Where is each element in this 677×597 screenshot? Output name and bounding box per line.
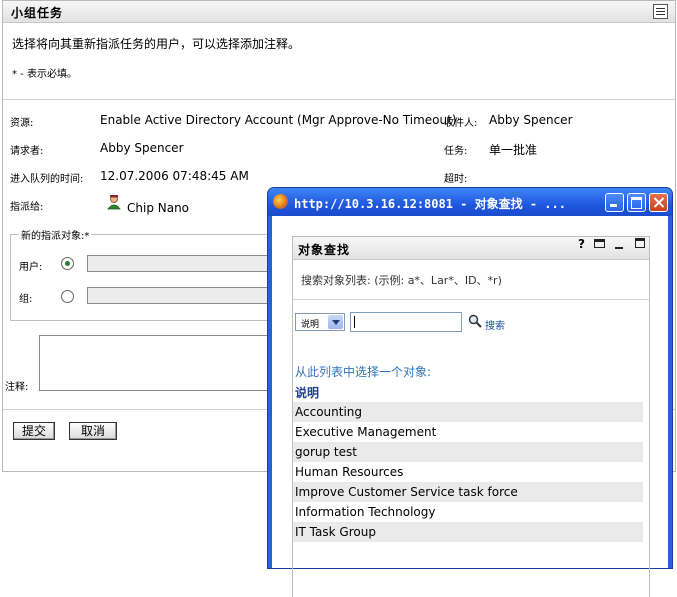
task-value: 单一批准 — [489, 143, 538, 157]
maximize-button[interactable] — [627, 193, 646, 212]
panel-title: 小组任务 — [11, 6, 64, 20]
object-lookup-panel: 对象查找 ? 搜索对象列表: (示例: a*、Lar*、ID、*r) 说明 搜索… — [292, 236, 650, 597]
required-note: * - 表示必填。 — [12, 69, 77, 80]
lookup-panel-title: 对象查找 — [298, 243, 351, 257]
timeout-label: 超时: — [444, 174, 468, 185]
search-icon[interactable] — [468, 314, 482, 328]
lookup-panel-header: 对象查找 ? — [293, 237, 649, 260]
list-item[interactable]: Improve Customer Service task force — [293, 482, 643, 502]
search-description: 搜索对象列表: (示例: a*、Lar*、ID、*r) — [301, 274, 502, 287]
resource-label: 资源: — [10, 118, 34, 129]
close-button[interactable] — [649, 193, 668, 212]
list-heading: 从此列表中选择一个对象: — [295, 365, 432, 379]
user-icon — [107, 195, 121, 210]
recipient-label: 收件人: — [444, 118, 478, 129]
popup-page: 对象查找 ? 搜索对象列表: (示例: a*、Lar*、ID、*r) 说明 搜索… — [272, 216, 668, 597]
group-radio[interactable] — [61, 290, 74, 303]
maximize-panel-icon[interactable] — [635, 238, 645, 248]
group-field[interactable] — [87, 287, 272, 304]
notes-textarea[interactable] — [39, 335, 289, 391]
resource-value: Enable Active Directory Account (Mgr App… — [100, 113, 457, 127]
panel-menu-icon[interactable] — [653, 4, 668, 19]
print-icon[interactable] — [594, 239, 605, 248]
divider — [3, 99, 675, 100]
panel-header: 小组任务 — [3, 1, 675, 23]
window-title: http://10.3.16.12:8081 - 对象查找 - ... — [294, 197, 566, 211]
divider — [293, 299, 649, 300]
requester-label: 请求者: — [10, 146, 44, 157]
search-attribute-value: 说明 — [301, 320, 320, 330]
cancel-button[interactable]: 取消 — [69, 422, 117, 440]
group-label: 组: — [19, 294, 33, 305]
minimize-button[interactable] — [605, 193, 624, 212]
recipient-value: Abby Spencer — [489, 113, 573, 127]
task-label: 任务: — [444, 146, 468, 157]
minimize-icon — [606, 194, 623, 211]
user-radio[interactable] — [61, 257, 74, 270]
list-item[interactable]: IT Task Group — [293, 522, 643, 542]
chevron-down-icon — [328, 315, 343, 329]
window-titlebar[interactable]: http://10.3.16.12:8081 - 对象查找 - ... — [268, 188, 672, 216]
list-item[interactable]: Accounting — [293, 402, 643, 422]
search-input[interactable] — [350, 312, 462, 332]
user-field[interactable] — [87, 255, 272, 272]
minimize-panel-icon[interactable] — [615, 247, 623, 249]
list-item[interactable]: Information Technology — [293, 502, 643, 522]
user-label: 用户: — [19, 262, 43, 273]
notes-label: 注释: — [5, 382, 29, 393]
assigned-to-value: Chip Nano — [127, 201, 190, 215]
submit-button[interactable]: 提交 — [13, 422, 55, 440]
search-link[interactable]: 搜索 — [485, 317, 505, 332]
search-attribute-select[interactable]: 说明 — [295, 313, 345, 331]
queued-time-value: 12.07.2006 07:48:45 AM — [100, 169, 249, 183]
list-item[interactable]: Human Resources — [293, 462, 643, 482]
close-icon — [650, 194, 667, 211]
instruction-text: 选择将向其重新指派任务的用户，可以选择添加注释。 — [12, 37, 301, 51]
new-assignee-legend: 新的指派对象:* — [21, 231, 90, 242]
help-icon[interactable]: ? — [578, 237, 585, 251]
requester-value: Abby Spencer — [100, 141, 184, 155]
list-item[interactable]: Executive Management — [293, 422, 643, 442]
column-header-description[interactable]: 说明 — [295, 384, 319, 401]
list-item[interactable]: gorup test — [293, 442, 643, 462]
queued-time-label: 进入队列的时间: — [10, 174, 84, 185]
object-lookup-window: http://10.3.16.12:8081 - 对象查找 - ... 对象查找… — [267, 187, 673, 597]
assigned-to-label: 指派给: — [10, 202, 44, 213]
browser-icon — [273, 194, 288, 209]
maximize-icon — [628, 194, 645, 211]
